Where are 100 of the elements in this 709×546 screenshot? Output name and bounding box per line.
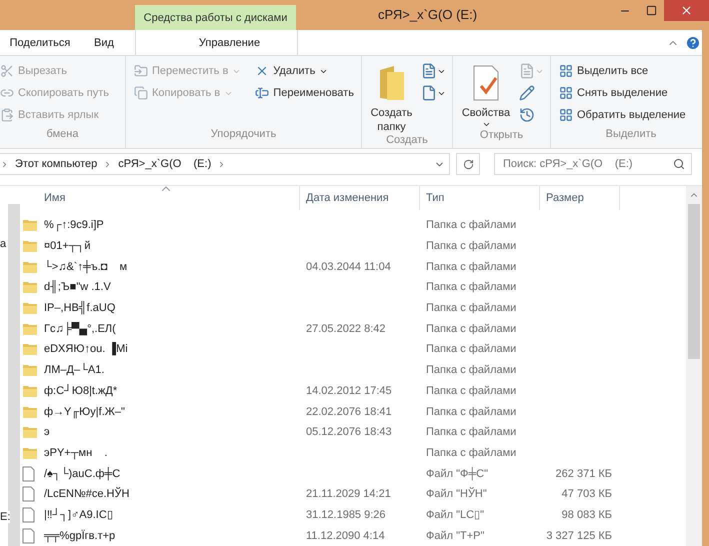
file-name[interactable]: %┌↑:9c9.i]P [44, 219, 300, 232]
breadcrumb-separator-icon [0, 160, 9, 168]
help-icon[interactable] [685, 34, 701, 50]
file-name[interactable]: d╢;Ъ■"w .1.V [44, 281, 300, 294]
new-item-icon [421, 63, 437, 79]
ribbon-tab[interactable]: Поделиться [5, 32, 75, 52]
ribbon-button[interactable]: Создать папку [370, 60, 413, 134]
group-label: Открыть [480, 129, 524, 143]
folder-icon [22, 384, 38, 398]
type-cell-text: Папка с файлами [425, 426, 518, 438]
ribbon-button[interactable]: Удалить [255, 60, 354, 82]
folder-icon [22, 260, 38, 274]
folder-icon [22, 301, 38, 316]
copy-icon [134, 86, 148, 100]
file-name[interactable]: ЛМ–Д–└A1. [44, 364, 300, 376]
type-cell-text: Файл "Ф╪С" [425, 468, 490, 480]
select-all-icon [559, 64, 573, 78]
column-header[interactable]: Имя [44, 186, 300, 210]
file-icon [22, 486, 35, 502]
refresh-icon [462, 158, 474, 170]
date-cell-text: 05.12.2076 18:43 [305, 426, 393, 438]
type-cell-text: Папка с файлами [425, 406, 518, 418]
address-bar[interactable]: Этот компьютер сРЯ>_x`G(O (E:) [0, 153, 450, 175]
invert-selection-icon [559, 108, 573, 122]
type-cell-text: Папка с файлами [425, 343, 518, 356]
folder-icon [22, 425, 38, 440]
nav-scrollbar[interactable] [8, 204, 20, 546]
size-cell-text: 262 371 КБ [554, 468, 613, 480]
history-icon [519, 107, 535, 123]
group-label: бмена [46, 128, 78, 142]
column-header[interactable]: Размер [540, 186, 620, 210]
folder-icon [22, 218, 38, 232]
type-cell-text: Папка с файлами [425, 281, 518, 294]
scrollbar[interactable] [686, 186, 702, 546]
ribbon-button[interactable]: Свойства [461, 60, 511, 129]
date-cell-text: 31.12.1985 9:26 [305, 508, 387, 521]
type-cell-text: Папка с файлами [425, 240, 518, 252]
close-icon [680, 4, 693, 17]
file-name[interactable]: э [44, 426, 300, 438]
file-name[interactable]: └>♫&`↑╪ъ.◘ м [44, 260, 300, 273]
column-header[interactable]: Тип [420, 186, 540, 210]
file-name[interactable]: Гс♫╞▀▄°,.ЕЛ( [44, 322, 300, 335]
type-cell-text: Папка с файлами [425, 364, 518, 376]
date-cell-text: 04.03.2044 11:04 [305, 260, 392, 273]
ribbon-tab[interactable]: Вид [75, 32, 133, 52]
type-cell-text: Папка с файлами [425, 322, 518, 335]
group-label: Выделить [606, 128, 656, 142]
size-cell-text: 98 083 КБ [560, 508, 613, 521]
dropdown-icon [482, 120, 490, 129]
file-name[interactable]: /LcEN№#ce.НЎН [44, 488, 300, 500]
type-cell-text: Папка с файлами [425, 446, 518, 459]
file-icon [22, 466, 35, 482]
type-cell-text: Папка с файлами [425, 302, 518, 314]
file-name[interactable]: |‼┘┐]♂A9.IC▯ [44, 508, 300, 522]
paste-shortcut-icon [0, 108, 14, 122]
type-cell-text: Папка с файлами [425, 384, 518, 397]
ribbon-button[interactable]: Переименовать [255, 82, 354, 104]
folder-icon [22, 342, 38, 356]
folder-icon [22, 363, 38, 378]
type-cell-text: Папка с файлами [425, 260, 518, 273]
search-field[interactable]: Поиск: сРЯ>_x`G(O (E:) [494, 153, 692, 175]
file-name[interactable]: эPY+┬мн . [44, 446, 300, 459]
refresh-button[interactable] [456, 153, 480, 175]
ribbon-button[interactable]: Обратить выделение [559, 104, 686, 126]
file-name[interactable]: ф:С┘Ю8|t.жД* [44, 384, 300, 397]
search-icon [673, 158, 685, 170]
nav-item[interactable]: E: [0, 511, 10, 523]
move-icon [134, 64, 148, 78]
rename-icon [255, 86, 270, 100]
file-icon [22, 506, 35, 523]
folder-icon [22, 280, 38, 294]
file-name[interactable]: ф→Y╓Юy|f.Ж–" [44, 406, 300, 418]
close-button[interactable] [664, 0, 709, 21]
scissors-icon [0, 64, 14, 78]
folder-icon [22, 322, 38, 336]
group-label: Создать [386, 134, 428, 148]
folder-icon [22, 239, 38, 254]
scroll-thumb[interactable] [688, 204, 700, 359]
open-icon [519, 63, 535, 79]
type-cell-text: Файл "Т+Р" [425, 530, 486, 542]
column-header[interactable]: Дата изменения [300, 186, 420, 210]
nav-item[interactable]: а [0, 238, 6, 250]
ribbon-tab[interactable]: Управление [173, 32, 286, 52]
date-cell-text: 27.05.2022 8:42 [305, 322, 387, 335]
file-name[interactable]: ╤╤%gpÏгв.т+р [44, 530, 300, 542]
breadcrumb[interactable]: Этот компьютер [15, 158, 98, 170]
context-tab[interactable]: Средства работы с дисками [135, 5, 296, 30]
ribbon-button[interactable]: Выделить все [559, 60, 686, 82]
date-cell-text: 11.12.2090 4:14 [305, 530, 386, 542]
file-name[interactable]: ¤01+┬┐й [44, 240, 300, 252]
file-name[interactable]: /♠┐└)auC.ф╪C [44, 468, 300, 480]
edit-icon [519, 85, 535, 101]
date-cell-text: 14.02.2012 17:45 [305, 384, 393, 397]
file-name[interactable]: eDXЯЮ↑ou. ▐Mi [44, 343, 300, 356]
ribbon-button[interactable]: Снять выделение [559, 82, 686, 104]
file-name[interactable]: IP–,HB╣f.aUQ [44, 302, 300, 314]
maximize-icon [646, 5, 656, 16]
type-cell-text: Файл "НЎН" [425, 488, 488, 500]
size-cell-text: 3 327 125 КБ [545, 530, 613, 542]
breadcrumb[interactable]: сРЯ>_x`G(O (E:) [118, 158, 212, 170]
